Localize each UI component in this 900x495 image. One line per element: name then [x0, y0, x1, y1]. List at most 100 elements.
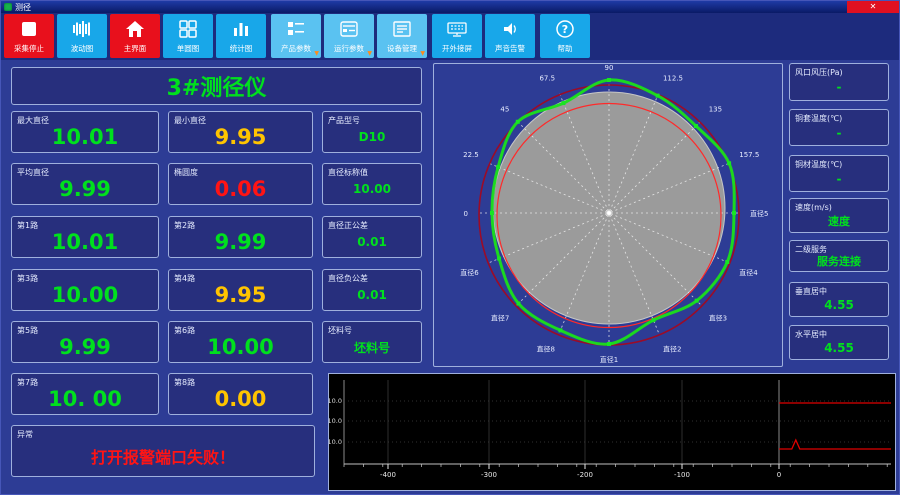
svg-text:0: 0	[464, 210, 468, 218]
metric-value: 9.99	[214, 230, 267, 254]
run-params-icon	[338, 17, 360, 41]
metric-value: 10. 00	[48, 387, 122, 411]
toolbar-button-label: 设备管理	[387, 44, 417, 53]
app-window: 测径 ✕ 采集停止 波动图 主界面 单圆图 统计图 产品参数 ▼ 运行参数 ▼ …	[0, 0, 900, 495]
svg-text:直径6: 直径6	[460, 268, 479, 277]
metric-billet-number: 坯料号 坯料号	[322, 321, 422, 363]
svg-text:直径1: 直径1	[600, 355, 618, 364]
svg-text:45: 45	[500, 105, 509, 113]
metric-tolerance-minus: 直径负公差 0.01	[322, 269, 422, 311]
toolbar-button-label: 统计图	[229, 44, 253, 53]
window-title: 测径	[15, 3, 31, 12]
sound-alarm-icon	[499, 17, 521, 41]
svg-text:直径7: 直径7	[491, 314, 509, 323]
barchart-icon	[230, 17, 252, 41]
toolbar-button-device-manage[interactable]: 设备管理 ▼	[377, 14, 427, 58]
metric-avg-diameter: 平均直径 9.99	[11, 163, 159, 205]
svg-text:直径5: 直径5	[750, 209, 768, 218]
title-bar[interactable]: 测径 ✕	[1, 1, 899, 13]
metric-max-diameter: 最大直径 10.01	[11, 111, 159, 153]
status-speed: 速度(m/s) 速度	[789, 198, 889, 233]
metric-channel-1: 第1路 10.01	[11, 216, 159, 258]
cross-section-chart: 0 22.5 45 67.5 90 112.5 135 157.5 直径5 直径4 直径3 直径2 直径…	[433, 63, 783, 367]
gauge-title: 3#测径仪	[166, 76, 267, 101]
toolbar-button-label: 产品参数	[281, 44, 311, 53]
metric-value: 10.01	[51, 230, 119, 254]
metric-value: 9.95	[214, 125, 267, 149]
toolbar: 采集停止 波动图 主界面 单圆图 统计图 产品参数 ▼ 运行参数 ▼ 设备管理 …	[1, 13, 899, 60]
metric-tolerance-plus: 直径正公差 0.01	[322, 216, 422, 258]
status-value: -	[836, 125, 842, 140]
status-sleeve-temp: 铜套温度(℃) -	[789, 109, 889, 146]
svg-text:直径3: 直径3	[709, 314, 727, 323]
status-value: 4.55	[824, 340, 854, 355]
metric-channel-5: 第5路 9.99	[11, 321, 159, 363]
help-icon: ?	[554, 17, 576, 41]
metric-value: D10	[358, 130, 386, 144]
metric-value: 10.00	[51, 283, 119, 307]
stop-icon	[18, 17, 40, 41]
status-fan-pressure: 风口风压(Pa) -	[789, 63, 889, 101]
metric-channel-2: 第2路 9.99	[168, 216, 313, 258]
svg-text:?: ?	[562, 23, 568, 36]
toolbar-button-label: 主界面	[123, 44, 147, 53]
trend-chart-svg: 10.0 10.0 10.0 -400 -300 -200 -100 0	[329, 380, 891, 479]
svg-text:直径8: 直径8	[537, 344, 555, 353]
dropdown-arrow-icon: ▼	[420, 50, 425, 57]
metric-value: 9.99	[59, 335, 111, 359]
svg-text:10.0: 10.0	[329, 417, 342, 425]
toolbar-button-wave-chart[interactable]: 波动图	[57, 14, 107, 58]
metric-channel-4: 第4路 9.95	[168, 269, 313, 311]
toolbar-button-label: 采集停止	[14, 44, 44, 53]
alarm-box: 异常 打开报警端口失败！	[11, 425, 315, 477]
toolbar-button-label: 声音告警	[495, 44, 525, 53]
status-horizontal-center: 水平居中 4.55	[789, 325, 889, 360]
metric-channel-6: 第6路 10.00	[168, 321, 313, 363]
product-params-icon	[285, 17, 307, 41]
svg-text:直径4: 直径4	[739, 268, 758, 277]
metric-channel-8: 第8路 0.00	[168, 373, 313, 415]
status-value: -	[836, 80, 842, 94]
toolbar-button-help[interactable]: ? 帮助	[540, 14, 590, 58]
svg-text:22.5: 22.5	[463, 151, 479, 159]
metric-value: 0.01	[357, 288, 387, 302]
close-button[interactable]: ✕	[847, 1, 899, 13]
toolbar-button-main-screen[interactable]: 主界面	[110, 14, 160, 58]
metric-product-model: 产品型号 D10	[322, 111, 422, 153]
svg-text:0: 0	[777, 471, 781, 479]
metric-min-diameter: 最小直径 9.95	[168, 111, 313, 153]
toolbar-button-external-screen[interactable]: 开外接屏	[432, 14, 482, 58]
external-screen-icon	[446, 17, 468, 41]
svg-text:10.0: 10.0	[329, 397, 342, 405]
svg-text:67.5: 67.5	[539, 75, 555, 83]
status-material-temp: 铜材温度(℃) -	[789, 155, 889, 192]
metric-value: 0.01	[357, 235, 387, 249]
metric-value: 0.06	[214, 177, 267, 201]
toolbar-button-sound-alarm[interactable]: 声音告警	[485, 14, 535, 58]
toolbar-button-stop-acquisition[interactable]: 采集停止	[4, 14, 54, 58]
status-value: 服务连接	[817, 255, 861, 268]
svg-text:135: 135	[709, 105, 722, 113]
toolbar-button-statistics[interactable]: 统计图	[216, 14, 266, 58]
toolbar-button-run-params[interactable]: 运行参数 ▼	[324, 14, 374, 58]
status-value: 速度	[828, 214, 850, 228]
cross-section-svg: 0 22.5 45 67.5 90 112.5 135 157.5 直径5 直径4 直径3 直径2 直径…	[460, 64, 768, 364]
svg-text:90: 90	[605, 64, 614, 72]
status-secondary-service: 二级服务 服务连接	[789, 240, 889, 272]
toolbar-button-product-params[interactable]: 产品参数 ▼	[271, 14, 321, 58]
toolbar-button-label: 运行参数	[334, 44, 364, 53]
metric-channel-3: 第3路 10.00	[11, 269, 159, 311]
status-vertical-center: 垂直居中 4.55	[789, 282, 889, 317]
toolbar-button-label: 开外接屏	[442, 44, 472, 53]
svg-text:157.5: 157.5	[739, 151, 759, 159]
waveform-icon	[71, 17, 93, 41]
toolbar-button-single-circle[interactable]: 单圆图	[163, 14, 213, 58]
metric-value: 9.99	[59, 177, 111, 201]
metric-value: 10.00	[207, 335, 274, 359]
trend-chart: 10.0 10.0 10.0 -400 -300 -200 -100 0	[328, 373, 896, 491]
svg-text:直径2: 直径2	[663, 344, 681, 353]
toolbar-button-label: 波动图	[70, 44, 94, 53]
alarm-message: 打开报警端口失败！	[90, 448, 235, 467]
toolbar-button-label: 帮助	[557, 44, 573, 53]
metric-channel-7: 第7路 10. 00	[11, 373, 159, 415]
